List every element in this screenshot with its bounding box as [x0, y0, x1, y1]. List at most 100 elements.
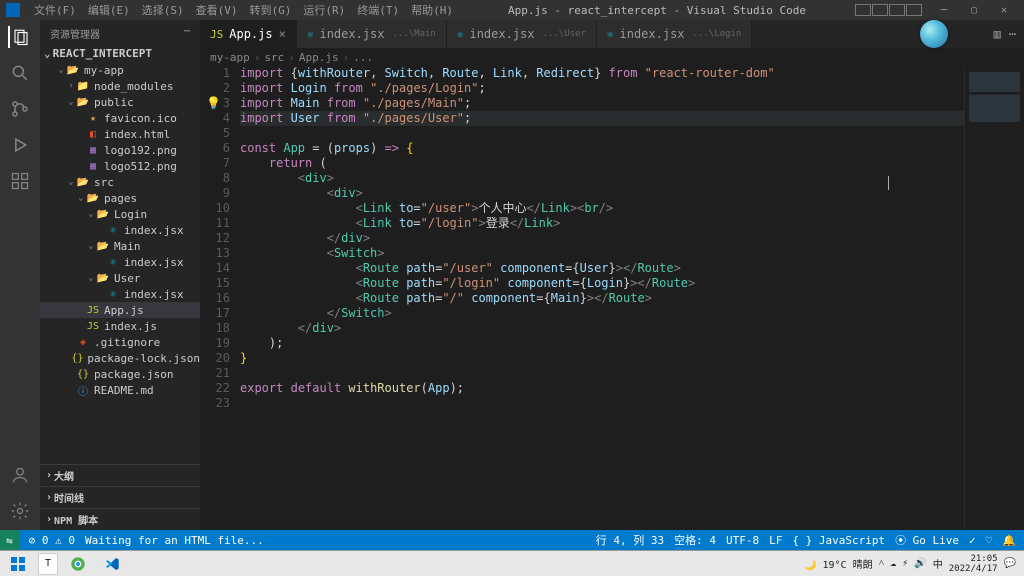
editor-tab[interactable]: ⚛index.jsx...\Login	[597, 20, 752, 48]
folder-row[interactable]: ⌄📂src	[40, 174, 200, 190]
sidebar-section[interactable]: ›NPM 脚本	[40, 508, 200, 530]
menu-item[interactable]: 选择(S)	[136, 0, 190, 20]
start-button[interactable]	[4, 553, 32, 575]
code-line[interactable]: export default withRouter(App);	[240, 381, 964, 396]
assistant-orb-icon[interactable]	[920, 20, 948, 48]
code-line[interactable]: <div>	[240, 186, 964, 201]
file-row[interactable]: ▦logo192.png	[40, 142, 200, 158]
code-line[interactable]: }	[240, 351, 964, 366]
search-icon[interactable]	[9, 62, 31, 84]
status-item[interactable]: 空格: 4	[674, 532, 716, 548]
code-line[interactable]: <Switch>	[240, 246, 964, 261]
more-actions-icon[interactable]: ⋯	[1009, 27, 1016, 41]
lightbulb-icon[interactable]: 💡	[206, 96, 221, 111]
breadcrumb-item[interactable]: ...	[353, 51, 373, 64]
code-line[interactable]: <Route path="/" component={Main}></Route…	[240, 291, 964, 306]
account-icon[interactable]	[9, 464, 31, 486]
status-item[interactable]: ✓	[969, 534, 976, 547]
notifications-icon[interactable]: 💬	[1004, 558, 1016, 569]
folder-row[interactable]: ⌄📂Main	[40, 238, 200, 254]
file-row[interactable]: JSindex.js	[40, 318, 200, 334]
maximize-button[interactable]: ▢	[960, 5, 988, 16]
taskbar-clock[interactable]: 21:05 2022/4/17	[949, 554, 998, 574]
code-line[interactable]: <div>	[240, 171, 964, 186]
code-line[interactable]: </div>	[240, 231, 964, 246]
file-row[interactable]: JSApp.js	[40, 302, 200, 318]
layout-icons[interactable]	[855, 4, 922, 16]
code-line[interactable]	[240, 366, 964, 381]
sidebar-section[interactable]: ›时间线	[40, 486, 200, 508]
file-row[interactable]: {}package-lock.json	[40, 350, 200, 366]
minimize-button[interactable]: ─	[930, 5, 958, 16]
folder-row[interactable]: ⌄📂User	[40, 270, 200, 286]
layout-left-icon[interactable]	[855, 4, 871, 16]
code-line[interactable]: import Main from "./pages/Main";	[240, 96, 964, 111]
run-debug-icon[interactable]	[9, 134, 31, 156]
close-button[interactable]: ✕	[990, 5, 1018, 16]
editor-tab[interactable]: JSApp.js×	[200, 20, 297, 48]
menu-item[interactable]: 文件(F)	[28, 0, 82, 20]
status-item[interactable]: LF	[769, 534, 782, 547]
code-line[interactable]: </Switch>	[240, 306, 964, 321]
sidebar-more-icon[interactable]: ⋯	[184, 26, 190, 41]
status-item[interactable]: UTF-8	[726, 534, 759, 547]
file-row[interactable]: ◧index.html	[40, 126, 200, 142]
code-line[interactable]	[240, 126, 964, 141]
code-line[interactable]: );	[240, 336, 964, 351]
status-item[interactable]: ♡	[986, 534, 993, 547]
breadcrumb-item[interactable]: App.js	[299, 51, 339, 64]
file-row[interactable]: ▦logo512.png	[40, 158, 200, 174]
code-line[interactable]: import User from "./pages/User";	[240, 111, 964, 126]
code-line[interactable]: import Login from "./pages/Login";	[240, 81, 964, 96]
code-line[interactable]: <Link to="/login">登录</Link>	[240, 216, 964, 231]
editor-tab[interactable]: ⚛index.jsx...\User	[447, 20, 597, 48]
folder-row[interactable]: ⌄📂public	[40, 94, 200, 110]
code-line[interactable]	[240, 396, 964, 411]
source-control-icon[interactable]	[9, 98, 31, 120]
tray-onedrive-icon[interactable]: ☁	[890, 558, 896, 569]
weather-widget[interactable]: 🌙 19°C 晴朗	[804, 556, 873, 571]
code-line[interactable]: </div>	[240, 321, 964, 336]
menu-item[interactable]: 编辑(E)	[82, 0, 136, 20]
tray-chevron-icon[interactable]: ˄	[879, 558, 885, 569]
settings-gear-icon[interactable]	[9, 500, 31, 522]
taskbar-vscode-icon[interactable]	[98, 553, 126, 575]
file-row[interactable]: ⓘREADME.md	[40, 382, 200, 398]
minimap[interactable]	[964, 66, 1024, 530]
remote-indicator[interactable]: ⇋	[0, 530, 19, 550]
breadcrumb[interactable]: my-app›src›App.js›...	[200, 48, 1024, 66]
breadcrumb-item[interactable]: my-app	[210, 51, 250, 64]
code-line[interactable]: return (	[240, 156, 964, 171]
file-row[interactable]: {}package.json	[40, 366, 200, 382]
menu-item[interactable]: 终端(T)	[351, 0, 405, 20]
status-item[interactable]: { } JavaScript	[792, 534, 885, 547]
code-line[interactable]: <Route path="/user" component={User}></R…	[240, 261, 964, 276]
file-row[interactable]: ⚛index.jsx	[40, 222, 200, 238]
taskbar-chrome-icon[interactable]	[64, 553, 92, 575]
folder-row[interactable]: ⌄📂Login	[40, 206, 200, 222]
file-row[interactable]: ⚛index.jsx	[40, 286, 200, 302]
menu-item[interactable]: 查看(V)	[190, 0, 244, 20]
project-section[interactable]: ⌄ REACT_INTERCEPT	[40, 45, 200, 62]
problems-indicator[interactable]: ⊘ 0 ⚠ 0	[29, 534, 75, 547]
explorer-icon[interactable]	[8, 26, 30, 48]
menu-item[interactable]: 运行(R)	[297, 0, 351, 20]
file-row[interactable]: ◈.gitignore	[40, 334, 200, 350]
tab-close-icon[interactable]: ×	[279, 27, 286, 41]
folder-row[interactable]: ⌄📂my-app	[40, 62, 200, 78]
tray-input-icon[interactable]: 中	[933, 556, 943, 571]
code-line[interactable]: <Link to="/user">个人中心</Link><br/>	[240, 201, 964, 216]
taskbar-search[interactable]: T	[38, 553, 58, 575]
split-editor-icon[interactable]: ▥	[994, 27, 1001, 41]
code-line[interactable]: const App = (props) => {	[240, 141, 964, 156]
sidebar-section[interactable]: ›大纲	[40, 464, 200, 486]
menu-item[interactable]: 转到(G)	[244, 0, 298, 20]
status-item[interactable]: 🔔	[1002, 534, 1016, 547]
code-content[interactable]: import {withRouter, Switch, Route, Link,…	[240, 66, 964, 530]
code-line[interactable]: <Route path="/login" component={Login}><…	[240, 276, 964, 291]
folder-row[interactable]: ›📁node_modules	[40, 78, 200, 94]
folder-row[interactable]: ⌄📂pages	[40, 190, 200, 206]
status-item[interactable]: ⦿ Go Live	[895, 532, 959, 548]
layout-bottom-icon[interactable]	[872, 4, 888, 16]
extensions-icon[interactable]	[9, 170, 31, 192]
